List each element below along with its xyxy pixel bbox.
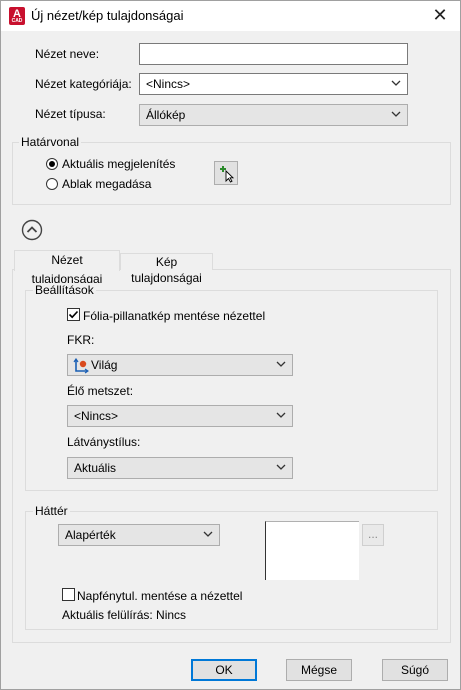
save-sun-label: Napfénytul. mentése a nézettel	[77, 589, 243, 603]
chevron-down-icon	[391, 111, 401, 117]
tab-view-properties[interactable]: Nézet tulajdonságai	[14, 250, 120, 286]
view-category-label: Nézet kategóriája:	[35, 77, 132, 91]
view-name-label: Nézet neve:	[35, 47, 100, 61]
autocad-app-icon: A CAD	[9, 7, 25, 25]
current-display-label: Aktuális megjelenítés	[62, 157, 176, 171]
save-layer-snapshot-label: Fólia-pillanatkép mentése nézettel	[83, 309, 266, 323]
close-icon[interactable]: ✕	[430, 5, 450, 25]
cancel-button[interactable]: Mégse	[286, 659, 352, 681]
chevron-down-icon	[276, 464, 286, 470]
define-window-label: Ablak megadása	[62, 177, 152, 191]
visual-style-value: Aktuális	[74, 461, 117, 475]
chevron-down-icon	[203, 531, 213, 537]
save-sun-checkbox[interactable]	[62, 588, 75, 601]
window-title: Új nézet/kép tulajdonságai	[31, 8, 184, 23]
window-select-icon	[220, 166, 235, 183]
view-properties-dialog: A CAD Új nézet/kép tulajdonságai ✕ Nézet …	[0, 0, 461, 690]
live-section-value: <Nincs>	[74, 409, 119, 423]
ucs-combo[interactable]: Világ	[67, 354, 293, 376]
chevron-down-icon	[391, 80, 401, 86]
radio-current-display[interactable]	[46, 158, 58, 170]
tab-image-properties[interactable]: Kép tulajdonságai	[120, 253, 213, 285]
background-value: Alapérték	[65, 528, 116, 542]
view-type-value: Állókép	[146, 108, 186, 122]
settings-group-title: Beállítások	[33, 283, 96, 297]
radio-define-window[interactable]	[46, 178, 58, 190]
define-window-button[interactable]	[214, 161, 238, 185]
collapse-up-icon[interactable]	[21, 219, 43, 241]
live-section-combo[interactable]: <Nincs>	[67, 405, 293, 427]
app-icon-sub: CAD	[11, 18, 23, 24]
view-name-input[interactable]	[139, 43, 408, 65]
ucs-value: Világ	[91, 358, 118, 372]
current-override-label: Aktuális felülírás: Nincs	[62, 608, 187, 622]
view-category-value: <Nincs>	[146, 77, 191, 91]
live-section-label: Élő metszet:	[67, 384, 134, 398]
background-group-title: Háttér	[33, 504, 70, 518]
visual-style-combo[interactable]: Aktuális	[67, 457, 293, 479]
save-layer-snapshot-checkbox[interactable]	[67, 308, 80, 321]
chevron-down-icon	[276, 361, 286, 367]
chevron-down-icon	[276, 412, 286, 418]
view-category-combo[interactable]: <Nincs>	[139, 73, 408, 95]
visual-style-label: Látványstílus:	[67, 435, 141, 449]
title-bar: A CAD Új nézet/kép tulajdonságai ✕	[1, 1, 460, 31]
ok-button[interactable]: OK	[191, 659, 257, 681]
ucs-world-icon	[73, 358, 89, 374]
help-button[interactable]: Súgó	[382, 659, 448, 681]
background-preview	[265, 521, 359, 580]
background-browse-button[interactable]: ...	[362, 524, 384, 546]
checkmark-icon	[68, 310, 79, 319]
view-type-combo[interactable]: Állókép	[139, 104, 408, 126]
view-type-label: Nézet típusa:	[35, 107, 106, 121]
background-combo[interactable]: Alapérték	[58, 524, 220, 546]
boundary-group-title: Határvonal	[19, 135, 82, 149]
ucs-label: FKR:	[67, 333, 95, 347]
